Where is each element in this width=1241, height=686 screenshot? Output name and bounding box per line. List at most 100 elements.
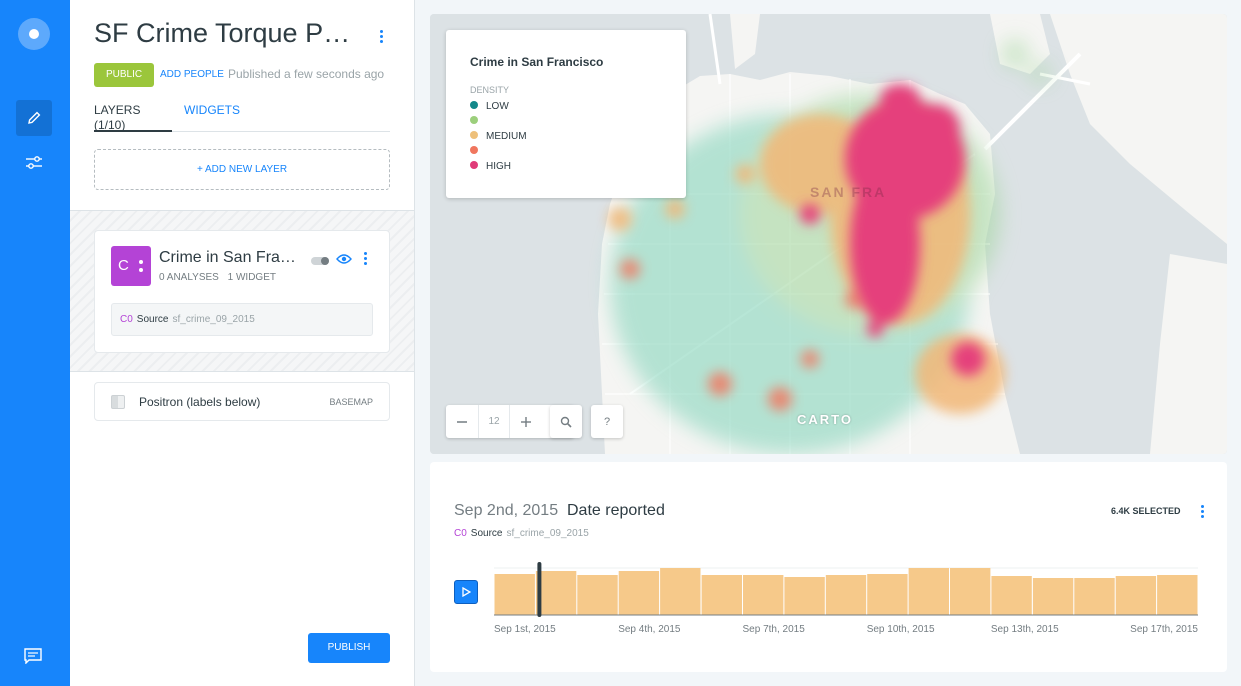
- basemap-name: Positron (labels below): [139, 395, 261, 409]
- sliders-icon[interactable]: [16, 145, 52, 181]
- histogram-bar[interactable]: [660, 568, 701, 615]
- legend-swatch-2: [470, 131, 478, 140]
- editor-panel: SF Crime Torque Pixels PUBLIC ADD PEOPLE…: [70, 0, 415, 686]
- histogram-bar[interactable]: [825, 575, 867, 615]
- layer-letter: C: [118, 257, 129, 274]
- privacy-badge[interactable]: PUBLIC: [94, 63, 155, 87]
- histogram-bar[interactable]: [867, 574, 908, 615]
- x-tick-label: Sep 4th, 2015: [618, 624, 681, 635]
- histogram-bar[interactable]: [535, 571, 577, 615]
- layer-options-icon[interactable]: [361, 252, 369, 265]
- legend-item: HIGH: [470, 160, 511, 174]
- histogram-bar[interactable]: [743, 575, 784, 615]
- layer-source-node[interactable]: C0 Source sf_crime_09_2015: [111, 303, 373, 336]
- widget-options-icon[interactable]: [1198, 505, 1206, 518]
- play-icon: [462, 587, 471, 597]
- layer-list: C Crime in San Francisco 0 ANALYSES 1 WI…: [70, 210, 414, 372]
- x-tick-label: Sep 17th, 2015: [1130, 624, 1198, 635]
- histogram-bar[interactable]: [577, 575, 618, 615]
- basemap-icon: [111, 395, 125, 409]
- layer-toggle[interactable]: [311, 257, 329, 265]
- layer-meta: 0 ANALYSES 1 WIDGET: [159, 272, 276, 283]
- legend-label: MEDIUM: [486, 131, 527, 142]
- x-tick-label: Sep 1st, 2015: [494, 624, 556, 635]
- map-view[interactable]: SAN FRA Crime in San Francisco DENSITY L…: [430, 14, 1227, 454]
- city-label: SAN FRA: [810, 184, 887, 200]
- widget-title: Date reported: [567, 502, 665, 519]
- widget-source-label: Source: [470, 528, 503, 539]
- widget-source-id: C0: [454, 528, 467, 539]
- x-tick-label: Sep 13th, 2015: [991, 624, 1059, 635]
- layer-analyses-count: 0 ANALYSES: [159, 272, 219, 283]
- question-icon: ?: [603, 415, 611, 428]
- chat-icon[interactable]: [24, 648, 44, 666]
- map-title[interactable]: SF Crime Torque Pixels: [94, 18, 356, 49]
- plus-icon: [521, 416, 531, 427]
- title-options-icon[interactable]: [377, 30, 385, 43]
- zoom-out-button[interactable]: [446, 405, 478, 438]
- x-tick-label: Sep 10th, 2015: [867, 624, 935, 635]
- basemap-tag: BASEMAP: [329, 397, 373, 407]
- legend-label: LOW: [486, 101, 509, 112]
- add-new-layer-button[interactable]: + ADD NEW LAYER: [94, 149, 390, 190]
- map-search-button[interactable]: [550, 405, 582, 438]
- tab-layers[interactable]: LAYERS (1/10): [94, 103, 172, 132]
- histogram-bar[interactable]: [1157, 575, 1198, 615]
- widget-current-date: Sep 2nd, 2015: [454, 502, 559, 519]
- zoom-in-button[interactable]: [510, 405, 542, 438]
- histogram-bar[interactable]: [950, 568, 991, 615]
- widget-selected-count: 6.4K SELECTED: [1111, 506, 1181, 516]
- source-label: Source: [136, 314, 169, 325]
- legend-title: Crime in San Francisco: [470, 55, 604, 69]
- widget-source-table: sf_crime_09_2015: [506, 528, 589, 539]
- x-tick-label: Sep 7th, 2015: [743, 624, 806, 635]
- search-icon: [560, 416, 572, 428]
- time-series-widget: Sep 2nd, 2015 Date reported 6.4K SELECTE…: [430, 462, 1227, 672]
- layer-card[interactable]: C Crime in San Francisco 0 ANALYSES 1 WI…: [94, 230, 390, 353]
- layer-widgets-count: 1 WIDGET: [227, 272, 276, 283]
- histogram-bar[interactable]: [1074, 578, 1115, 615]
- time-cursor-handle[interactable]: [537, 562, 542, 617]
- zoom-level: 12: [478, 405, 510, 438]
- histogram-bar[interactable]: [1032, 578, 1074, 615]
- histogram-bar[interactable]: [494, 574, 535, 615]
- legend-item: MEDIUM: [470, 130, 527, 144]
- help-button[interactable]: ?: [591, 405, 623, 438]
- histogram-bar[interactable]: [1115, 576, 1157, 615]
- point-layer-icon: [139, 260, 143, 272]
- layer-letter-badge: C: [111, 246, 151, 286]
- layer-name[interactable]: Crime in San Francisco: [159, 249, 299, 267]
- legend-subtitle: DENSITY: [470, 85, 510, 95]
- play-button[interactable]: [454, 580, 478, 604]
- basemap-layer[interactable]: Positron (labels below) BASEMAP: [94, 382, 390, 421]
- carto-logo-icon[interactable]: [18, 18, 50, 50]
- legend-item: [470, 115, 486, 129]
- panel-tabs: LAYERS (1/10) WIDGETS: [94, 103, 390, 132]
- legend-swatch-0: [470, 101, 478, 110]
- publish-button[interactable]: PUBLISH: [308, 633, 390, 663]
- legend-swatch-4: [470, 161, 478, 170]
- source-id: C0: [120, 314, 133, 325]
- tab-widgets[interactable]: WIDGETS: [184, 103, 240, 132]
- map-legend: Crime in San Francisco DENSITY LOW MEDIU…: [446, 30, 686, 198]
- legend-swatch-3: [470, 146, 478, 155]
- source-table: sf_crime_09_2015: [172, 314, 255, 325]
- histogram-bar[interactable]: [701, 575, 742, 615]
- add-people-link[interactable]: ADD PEOPLE: [160, 69, 224, 80]
- legend-item: [470, 145, 486, 159]
- legend-swatch-1: [470, 116, 478, 125]
- legend-item: LOW: [470, 100, 509, 114]
- histogram-bar[interactable]: [784, 577, 825, 615]
- histogram-chart[interactable]: Sep 1st, 2015 Sep 4th, 2015 Sep 7th, 2015 S…: [494, 562, 1204, 637]
- widget-source: C0 Source sf_crime_09_2015: [454, 528, 589, 539]
- carto-attribution: CARTO: [797, 412, 853, 427]
- legend-label: HIGH: [486, 161, 511, 172]
- edit-pencil-icon[interactable]: [16, 100, 52, 136]
- histogram-bar[interactable]: [618, 571, 660, 615]
- histogram-bar[interactable]: [991, 576, 1032, 615]
- left-rail: [0, 0, 70, 686]
- published-status: Published a few seconds ago: [228, 67, 385, 81]
- histogram-bar[interactable]: [908, 568, 949, 615]
- minus-icon: [457, 420, 467, 423]
- eye-icon[interactable]: [336, 253, 352, 265]
